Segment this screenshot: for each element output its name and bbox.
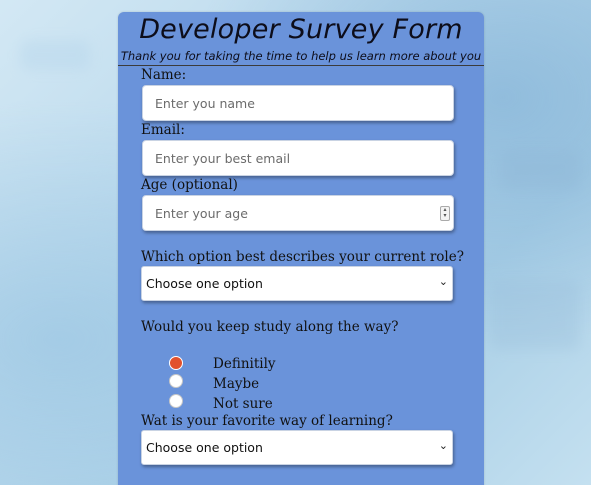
learning-select[interactable]: Choose one option ⌄: [141, 430, 453, 465]
name-input[interactable]: [142, 85, 454, 121]
age-field: ▴▾: [142, 195, 454, 231]
radio-definitily[interactable]: [169, 356, 183, 370]
form-title: Developer Survey Form: [139, 14, 463, 45]
background-shape: [500, 150, 580, 190]
learning-select-value: Choose one option: [146, 440, 263, 455]
learning-question-label: Wat is your favorite way of learning?: [141, 413, 393, 429]
radio-not-sure[interactable]: [169, 394, 183, 408]
spinner-icon[interactable]: ▴ ▾: [440, 206, 450, 221]
role-select-value: Choose one option: [146, 276, 263, 291]
role-select[interactable]: Choose one option ⌄: [141, 266, 453, 301]
chevron-down-icon: ⌄: [438, 439, 448, 452]
age-input[interactable]: [142, 195, 454, 231]
email-label: Email:: [141, 122, 185, 138]
title-divider: [118, 65, 484, 66]
email-input[interactable]: [142, 140, 454, 176]
radio-label-maybe: Maybe: [213, 376, 260, 392]
background-shape: [20, 40, 90, 70]
radio-label-not-sure: Not sure: [213, 396, 273, 412]
radio-label-definitily: Definitily: [213, 356, 276, 372]
chevron-down-icon: ⌄: [438, 275, 448, 288]
study-question-label: Would you keep study along the way?: [141, 319, 399, 335]
background-shape: [490, 280, 580, 350]
survey-form: Developer Survey Form Thank you for taki…: [118, 12, 484, 485]
radio-maybe[interactable]: [169, 374, 183, 388]
role-question-label: Which option best describes your current…: [141, 249, 464, 265]
age-label: Age (optional): [141, 177, 238, 193]
name-label: Name:: [141, 67, 187, 83]
form-description: Thank you for taking the time to help us…: [120, 49, 482, 63]
